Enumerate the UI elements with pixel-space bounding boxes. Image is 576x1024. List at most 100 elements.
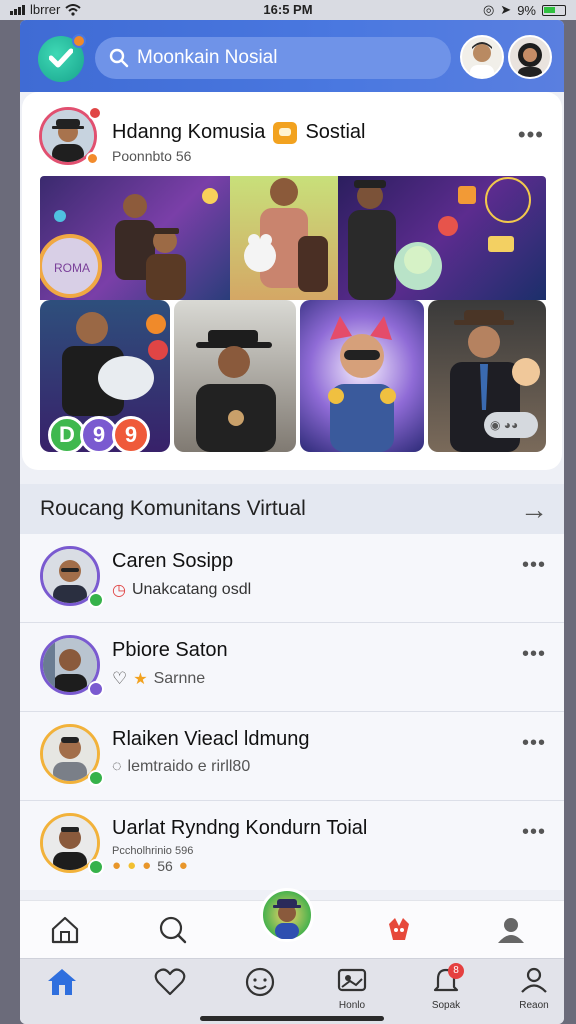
- emoji-icon: ●: [178, 857, 188, 874]
- search-tab[interactable]: [156, 913, 190, 947]
- post-more-button[interactable]: •••: [518, 122, 544, 148]
- member-more-button[interactable]: •••: [522, 732, 546, 755]
- list-item[interactable]: Pbiore Saton ♡ ★ Sarnne •••: [20, 623, 564, 712]
- community-section-header[interactable]: Roucang Komunitans Virtual →: [20, 484, 564, 534]
- user-icon: [498, 918, 524, 943]
- post-title-text: Hdanng Komusia: [112, 121, 266, 143]
- media-icon: [337, 968, 367, 992]
- tab-notifications-label: Sopak: [431, 1000, 461, 1011]
- member-name: Caren Sosipp: [112, 550, 234, 572]
- collage-photo-1[interactable]: ROMA: [40, 176, 230, 300]
- member-meta-text: Sarnne: [153, 670, 206, 687]
- collage-photo-3[interactable]: [338, 176, 546, 300]
- collage-photo-2[interactable]: [230, 176, 338, 300]
- collage-photo-6[interactable]: [300, 300, 424, 452]
- friend-avatar[interactable]: [460, 35, 504, 79]
- emoji-icon: ●: [112, 857, 122, 874]
- home-icon: [48, 969, 76, 995]
- reaction-row: D 9 9: [48, 416, 150, 454]
- tab-moments[interactable]: [230, 967, 290, 1017]
- member-more-button[interactable]: •••: [522, 554, 546, 577]
- member-meta: ♡ ★ Sarnne: [112, 669, 205, 689]
- post-card[interactable]: Hdanng Komusia Sostial Poonnbto 56 ••• R…: [22, 92, 562, 470]
- top-bar: [20, 20, 564, 92]
- arrow-right-icon[interactable]: →: [520, 494, 548, 526]
- collage-photo-image: [328, 316, 396, 452]
- member-meta-text: 56: [157, 857, 173, 874]
- collage-photo-image: [196, 330, 276, 452]
- battery-percent: 9%: [517, 2, 536, 18]
- collage-photo-7[interactable]: ◉ ◕◕: [428, 300, 546, 452]
- home-outline-icon: [51, 916, 79, 944]
- post-author-badge: [88, 106, 102, 120]
- heart-icon: [154, 968, 186, 996]
- post-tag: Sostial: [305, 121, 366, 143]
- member-meta: ◷ Unakcatang osdl: [112, 580, 251, 600]
- person-avatar-image: [470, 42, 494, 77]
- community-member-list: Caren Sosipp ◷ Unakcatang osdl ••• Pbior…: [20, 534, 564, 890]
- search-input[interactable]: [137, 47, 437, 69]
- create-post-avatar-button[interactable]: [260, 888, 314, 942]
- profile-avatar[interactable]: [508, 35, 552, 79]
- battery-icon: [542, 4, 566, 16]
- notification-badge: 8: [448, 963, 464, 979]
- profile-tab[interactable]: [494, 913, 528, 947]
- reaction-fun[interactable]: 9: [112, 416, 150, 454]
- online-status-icon: [88, 681, 104, 697]
- smile-icon: [245, 967, 275, 997]
- member-more-button[interactable]: •••: [522, 643, 546, 666]
- list-item[interactable]: Uarlat Ryndng Kondurn Toial Pccholhrinio…: [20, 801, 564, 890]
- online-status-icon: [88, 592, 104, 608]
- member-more-button[interactable]: •••: [522, 821, 546, 844]
- list-item[interactable]: Caren Sosipp ◷ Unakcatang osdl •••: [20, 534, 564, 623]
- profile-icon: [521, 967, 547, 993]
- tab-notifications[interactable]: 8 Sopak: [416, 963, 476, 1017]
- location-icon: ➤: [500, 2, 512, 17]
- member-meta: ◌ lemtraido e rirll80: [112, 758, 250, 776]
- post-title: Hdanng Komusia Sostial: [112, 121, 365, 144]
- video-call-icon[interactable]: ◉ ◕◕: [490, 418, 518, 432]
- member-meta: ● ● ● 56 ●: [112, 857, 188, 874]
- bottom-tab-bar: Honlo 8 Sopak Reaon: [20, 958, 564, 1024]
- search-icon: [159, 916, 187, 944]
- tab-profile[interactable]: Reaon: [504, 967, 564, 1017]
- member-name: Rlaiken Vieacl ldmung: [112, 728, 310, 750]
- post-subtitle: Poonnbto 56: [112, 148, 192, 164]
- tab-home[interactable]: [32, 967, 92, 1017]
- collage-photo-5[interactable]: [174, 300, 296, 452]
- check-heart-icon: [49, 48, 73, 68]
- collage-photo-image: [450, 310, 540, 452]
- fox-icon: [389, 918, 409, 940]
- tab-favorites[interactable]: [140, 967, 200, 1017]
- app-logo[interactable]: [38, 34, 86, 82]
- notification-dot: [72, 34, 86, 48]
- post-author-status: [86, 152, 99, 165]
- online-status-icon: [88, 859, 104, 875]
- activity-tab[interactable]: [382, 913, 416, 947]
- clock-icon: ◷: [112, 582, 126, 599]
- online-status-icon: [88, 770, 104, 786]
- search-bar[interactable]: [95, 37, 451, 79]
- tab-media-label: Honlo: [338, 1000, 366, 1011]
- collage-photo-image: ROMA: [40, 188, 218, 300]
- tab-media[interactable]: Honlo: [322, 967, 382, 1017]
- heart-outline-icon: ♡: [112, 669, 128, 688]
- collage-photo-image: [348, 177, 531, 300]
- person-avatar-image: [273, 899, 301, 939]
- tag-icon: [273, 121, 298, 144]
- collage-photo-image: [244, 178, 328, 292]
- member-name: Pbiore Saton: [112, 639, 228, 661]
- app-window: Hdanng Komusia Sostial Poonnbto 56 ••• R…: [20, 20, 564, 1024]
- svg-text:ROMA: ROMA: [54, 261, 90, 275]
- photo-collage[interactable]: ROMA ◉ ◕◕ D 9 9: [40, 176, 546, 458]
- community-section-title: Roucang Komunitans Virtual: [40, 497, 306, 520]
- chat-icon: ◌: [112, 758, 122, 775]
- status-bar: lbrrer 16:5 PM ◎ ➤ 9%: [0, 0, 576, 20]
- list-item[interactable]: Rlaiken Vieacl ldmung ◌ lemtraido e rirl…: [20, 712, 564, 801]
- home-indicator[interactable]: [200, 1016, 384, 1021]
- person-avatar-image: [518, 43, 542, 77]
- member-meta-text: lemtraido e rirll80: [127, 758, 251, 775]
- home-tab[interactable]: [48, 913, 82, 947]
- member-meta-top: Pccholhrinio 596: [112, 845, 194, 857]
- search-icon: [109, 48, 129, 68]
